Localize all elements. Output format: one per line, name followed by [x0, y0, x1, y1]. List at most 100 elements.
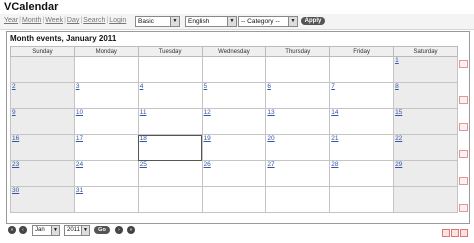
category-select[interactable]: -- Category -- ▼ — [238, 16, 298, 27]
day-cell[interactable] — [137, 186, 203, 213]
day-cell[interactable]: 27 — [265, 160, 331, 187]
day-number-link[interactable]: 4 — [139, 83, 144, 90]
day-cell[interactable] — [393, 186, 458, 213]
day-number-link[interactable]: 9 — [11, 109, 16, 116]
next-icon[interactable]: › — [115, 226, 123, 234]
nav-day[interactable]: Day — [67, 17, 79, 24]
day-number-link[interactable]: 12 — [203, 109, 211, 116]
day-number-link[interactable]: 26 — [203, 161, 211, 168]
day-cell[interactable]: 19 — [201, 134, 267, 161]
day-number-link[interactable]: 24 — [75, 161, 83, 168]
add-event-icon[interactable] — [459, 60, 468, 68]
apply-button[interactable]: Apply — [301, 17, 325, 25]
day-number-link[interactable]: 25 — [139, 161, 147, 168]
previous-icon[interactable]: ‹ — [19, 226, 27, 234]
day-number-link[interactable]: 3 — [75, 83, 80, 90]
day-number-link[interactable]: 27 — [266, 161, 274, 168]
day-cell[interactable] — [73, 56, 139, 83]
day-cell[interactable]: 25 — [137, 160, 203, 187]
day-cell[interactable]: 3 — [73, 82, 139, 109]
print-icon[interactable] — [451, 229, 459, 237]
language-select[interactable]: English ▼ — [185, 16, 237, 27]
nav-search[interactable]: Search — [83, 17, 105, 24]
day-cell[interactable]: 20 — [265, 134, 331, 161]
nav-month[interactable]: Month — [22, 17, 41, 24]
day-cell[interactable]: 26 — [201, 160, 267, 187]
day-cell[interactable]: 8 — [393, 82, 458, 109]
add-event-icon[interactable] — [459, 150, 468, 158]
add-event-icon[interactable] — [459, 177, 468, 185]
day-number-link[interactable]: 10 — [75, 109, 83, 116]
day-cell[interactable] — [329, 186, 395, 213]
nav-week[interactable]: Week — [45, 17, 63, 24]
day-number-link[interactable]: 11 — [139, 109, 147, 116]
day-cell[interactable]: 12 — [201, 108, 267, 135]
day-number-link[interactable]: 18 — [139, 135, 147, 142]
day-number-link[interactable]: 29 — [394, 161, 402, 168]
day-number-link[interactable]: 17 — [75, 135, 83, 142]
first-page-icon[interactable]: « — [8, 226, 16, 234]
day-cell[interactable] — [265, 56, 331, 83]
day-cell[interactable] — [329, 56, 395, 83]
day-cell[interactable]: 28 — [329, 160, 395, 187]
day-cell[interactable]: 31 — [73, 186, 139, 213]
day-number-link[interactable]: 7 — [330, 83, 335, 90]
day-number-link[interactable]: 5 — [203, 83, 208, 90]
day-number-link[interactable]: 20 — [266, 135, 274, 142]
day-cell[interactable]: 15 — [393, 108, 458, 135]
export-icon[interactable] — [442, 229, 450, 237]
last-page-icon[interactable]: » — [127, 226, 135, 234]
day-cell[interactable]: 10 — [73, 108, 139, 135]
year-select[interactable]: 2011 ▼ — [64, 225, 90, 236]
day-cell[interactable]: 14 — [329, 108, 395, 135]
day-cell[interactable] — [10, 56, 75, 83]
day-cell[interactable]: 21 — [329, 134, 395, 161]
day-number-link[interactable]: 14 — [330, 109, 338, 116]
day-number-link[interactable]: 1 — [394, 57, 399, 64]
day-number-link[interactable]: 22 — [394, 135, 402, 142]
day-number-link[interactable]: 8 — [394, 83, 399, 90]
day-cell[interactable]: 2 — [10, 82, 75, 109]
day-number-link[interactable]: 6 — [266, 83, 271, 90]
day-cell[interactable]: 7 — [329, 82, 395, 109]
style-select-value: Basic — [138, 18, 154, 25]
day-cell[interactable]: 9 — [10, 108, 75, 135]
day-cell[interactable] — [265, 186, 331, 213]
day-number-link[interactable]: 28 — [330, 161, 338, 168]
day-cell[interactable] — [201, 186, 267, 213]
day-cell[interactable]: 29 — [393, 160, 458, 187]
rss-icon[interactable] — [460, 229, 468, 237]
day-cell[interactable]: 30 — [10, 186, 75, 213]
day-cell[interactable]: 17 — [73, 134, 139, 161]
day-cell[interactable]: 24 — [73, 160, 139, 187]
day-number-link[interactable]: 19 — [203, 135, 211, 142]
day-number-link[interactable]: 15 — [394, 109, 402, 116]
nav-year[interactable]: Year — [4, 17, 18, 24]
day-cell[interactable]: 18 — [137, 134, 203, 161]
day-number-link[interactable]: 23 — [11, 161, 19, 168]
day-cell[interactable]: 13 — [265, 108, 331, 135]
day-number-link[interactable]: 16 — [11, 135, 19, 142]
day-cell[interactable] — [201, 56, 267, 83]
day-number-link[interactable]: 30 — [11, 187, 19, 194]
style-select[interactable]: Basic ▼ — [135, 16, 180, 27]
add-event-icon[interactable] — [459, 96, 468, 104]
go-button[interactable]: Go — [94, 226, 110, 234]
day-number-link[interactable]: 21 — [330, 135, 338, 142]
day-cell[interactable]: 11 — [137, 108, 203, 135]
day-cell[interactable] — [137, 56, 203, 83]
day-cell[interactable]: 16 — [10, 134, 75, 161]
day-cell[interactable]: 1 — [393, 56, 458, 83]
day-number-link[interactable]: 13 — [266, 109, 274, 116]
day-cell[interactable]: 4 — [137, 82, 203, 109]
day-cell[interactable]: 5 — [201, 82, 267, 109]
nav-login[interactable]: Login — [109, 17, 126, 24]
day-cell[interactable]: 22 — [393, 134, 458, 161]
day-cell[interactable]: 23 — [10, 160, 75, 187]
day-cell[interactable]: 6 — [265, 82, 331, 109]
month-select[interactable]: Jan ▼ — [32, 225, 60, 236]
add-event-icon[interactable] — [459, 123, 468, 131]
add-event-icon[interactable] — [459, 204, 468, 212]
day-number-link[interactable]: 31 — [75, 187, 83, 194]
day-number-link[interactable]: 2 — [11, 83, 16, 90]
